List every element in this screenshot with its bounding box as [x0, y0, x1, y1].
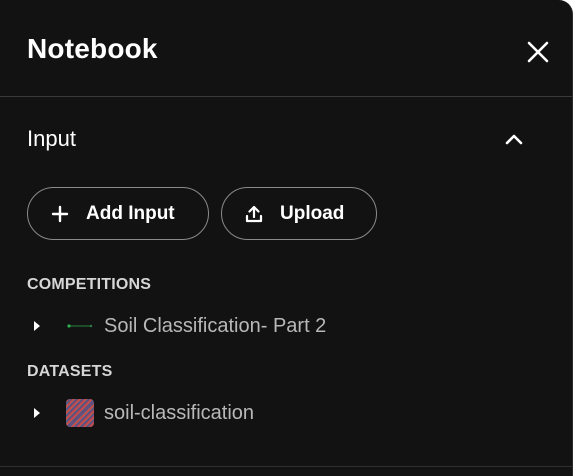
dataset-thumbnail-icon	[66, 399, 94, 427]
datasets-group-label: DATASETS	[27, 363, 113, 380]
competition-item-label: Soil Classification- Part 2	[104, 314, 327, 337]
dataset-item[interactable]: soil-classification	[30, 398, 530, 428]
add-input-label: Add Input	[86, 202, 175, 224]
panel-title: Notebook	[27, 33, 158, 64]
upload-icon	[244, 204, 264, 224]
close-icon	[527, 41, 549, 63]
upload-label: Upload	[280, 202, 345, 224]
close-button[interactable]	[522, 36, 554, 68]
dataset-item-label: soil-classification	[104, 401, 255, 424]
plus-icon	[50, 204, 70, 224]
competition-thumbnail-icon	[66, 312, 94, 340]
divider	[0, 466, 572, 467]
expand-caret-icon[interactable]	[30, 406, 44, 420]
notebook-panel: Notebook Input Add Input Upload COMPETIT…	[0, 0, 573, 476]
expand-caret-icon[interactable]	[30, 319, 44, 333]
chevron-up-icon	[505, 134, 523, 145]
panel-header: Notebook	[0, 0, 572, 97]
collapse-input-button[interactable]	[500, 125, 528, 153]
competitions-group-label: COMPETITIONS	[27, 276, 152, 293]
upload-button[interactable]: Upload	[221, 187, 377, 240]
add-input-button[interactable]: Add Input	[27, 187, 209, 240]
competition-item[interactable]: Soil Classification- Part 2	[30, 311, 530, 341]
input-section-title: Input	[27, 126, 76, 151]
